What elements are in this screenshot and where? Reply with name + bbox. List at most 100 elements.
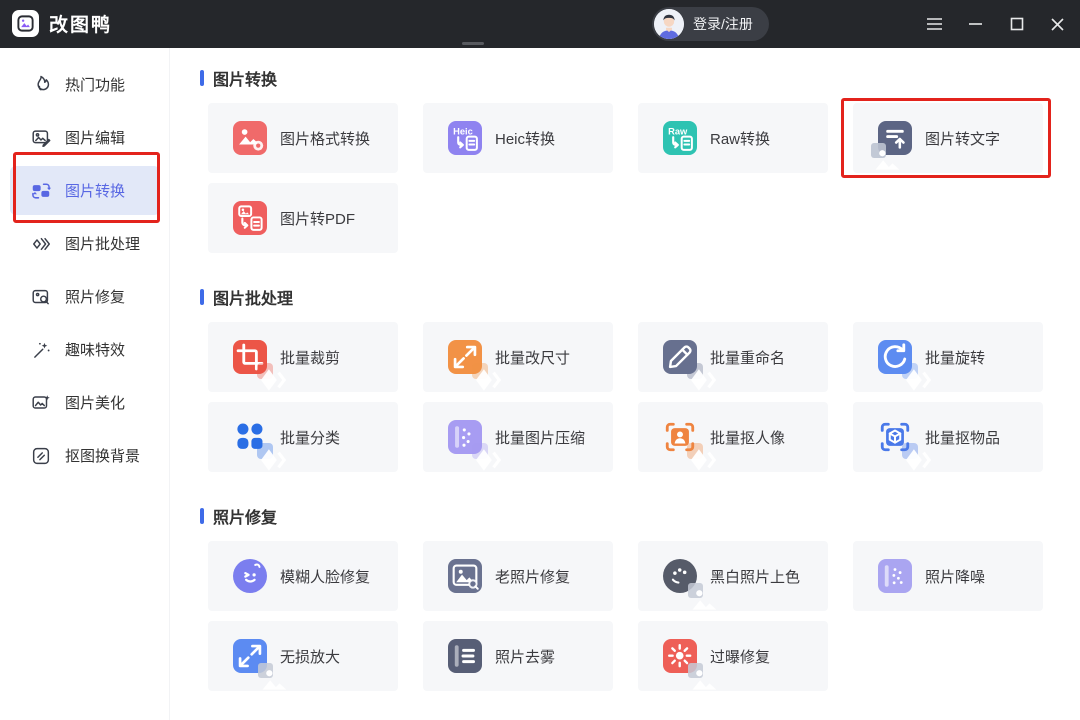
main-content: 图片转换 图片格式转换 Heic Heic转换 Raw Raw转换 图片转文字 … [170,48,1080,720]
cutout-object-icon [878,420,912,454]
feature-card-img2pdf[interactable]: 图片转PDF [208,183,398,253]
menu-icon[interactable] [926,16,943,33]
card-label: 批量抠物品 [925,427,1000,448]
sidebar-item-image-edit[interactable]: 图片编辑 [0,111,169,164]
batch-icon [30,233,52,255]
colorize-icon [663,559,697,593]
old-photo-icon [448,559,482,593]
feature-card-img-format[interactable]: 图片格式转换 [208,103,398,173]
overexposure-icon [663,639,697,673]
card-label: 批量重命名 [710,347,785,368]
sidebar-item-label: 抠图换背景 [65,445,140,466]
card-grid: 模糊人脸修复 老照片修复 黑白照片上色 照片降噪 无损放大 照片去雾 过曝修复 [208,541,1080,691]
sidebar-item-matting[interactable]: 抠图换背景 [0,429,169,482]
photo-repair-icon [30,286,52,308]
feature-card-crop[interactable]: 批量裁剪 [208,322,398,392]
denoise-icon [878,559,912,593]
sidebar-item-label: 照片修复 [65,286,125,307]
sidebar-item-flame[interactable]: 热门功能 [0,58,169,111]
app-title: 改图鸭 [49,10,112,37]
sidebar-item-image-beautify[interactable]: 图片美化 [0,376,169,429]
magic-wand-icon [30,339,52,361]
card-grid: 图片格式转换 Heic Heic转换 Raw Raw转换 图片转文字 图片转PD… [208,103,1080,253]
sidebar-item-magic-wand[interactable]: 趣味特效 [0,323,169,376]
batch-badge-icon [687,363,703,379]
section-title-text: 照片修复 [213,504,277,528]
feature-card-defog[interactable]: 照片去雾 [423,621,613,691]
sidebar: 热门功能 图片编辑 图片转换 图片批处理 照片修复 趣味特效 图片美化 抠图换背… [0,48,170,720]
section-accent-bar [200,70,204,86]
batch-badge-icon [257,363,273,379]
titlebar: 改图鸭 登录/注册 [0,0,1080,48]
img2text-icon [878,121,912,155]
card-label: 批量抠人像 [710,427,785,448]
image-badge-icon [688,583,703,598]
feature-card-compress[interactable]: 批量图片压缩 [423,402,613,472]
crop-icon [233,340,267,374]
feature-card-face-restore[interactable]: 模糊人脸修复 [208,541,398,611]
feature-card-enlarge[interactable]: 无损放大 [208,621,398,691]
sidebar-item-label: 图片批处理 [65,233,140,254]
image-badge-icon [688,663,703,678]
card-label: Raw转换 [710,128,770,149]
batch-badge-icon [902,443,918,459]
card-label: Heic转换 [495,128,555,149]
window-controls [926,0,1066,48]
feature-card-rotate[interactable]: 批量旋转 [853,322,1043,392]
enlarge-icon [233,639,267,673]
cutout-person-icon [663,420,697,454]
feature-card-resize[interactable]: 批量改尺寸 [423,322,613,392]
card-label: 黑白照片上色 [710,566,800,587]
classify-icon [233,420,267,454]
face-restore-icon [233,559,267,593]
rotate-icon [878,340,912,374]
sidebar-item-label: 趣味特效 [65,339,125,360]
feature-card-colorize[interactable]: 黑白照片上色 [638,541,828,611]
batch-badge-icon [902,363,918,379]
section-title: 图片批处理 [200,287,1080,307]
card-label: 照片去雾 [495,646,555,667]
maximize-icon[interactable] [1008,16,1025,33]
sidebar-item-label: 图片转换 [65,180,125,201]
image-edit-icon [30,127,52,149]
image-badge-icon [871,143,886,158]
section-accent-bar [200,508,204,524]
feature-card-overexposure[interactable]: 过曝修复 [638,621,828,691]
sidebar-item-convert[interactable]: 图片转换 [0,164,169,217]
section-accent-bar [200,289,204,305]
feature-card-denoise[interactable]: 照片降噪 [853,541,1043,611]
compress-icon [448,420,482,454]
feature-card-classify[interactable]: 批量分类 [208,402,398,472]
minimize-icon[interactable] [967,16,984,33]
feature-card-img2text[interactable]: 图片转文字 [853,103,1043,173]
rename-icon [663,340,697,374]
batch-badge-icon [687,443,703,459]
image-badge-icon [258,663,273,678]
sidebar-item-label: 图片编辑 [65,127,125,148]
close-icon[interactable] [1049,16,1066,33]
img-format-icon [233,121,267,155]
app-logo: 改图鸭 [12,10,112,37]
sidebar-item-photo-repair[interactable]: 照片修复 [0,270,169,323]
svg-text:Heic: Heic [453,127,473,137]
feature-card-cutout-object[interactable]: 批量抠物品 [853,402,1043,472]
sidebar-item-batch[interactable]: 图片批处理 [0,217,169,270]
card-label: 批量图片压缩 [495,427,585,448]
section-title: 照片修复 [200,506,1080,526]
feature-card-rename[interactable]: 批量重命名 [638,322,828,392]
feature-card-old-photo[interactable]: 老照片修复 [423,541,613,611]
flame-icon [30,74,52,96]
feature-card-doc-convert-heic[interactable]: Heic Heic转换 [423,103,613,173]
batch-badge-icon [257,443,273,459]
resize-icon [448,340,482,374]
login-button[interactable]: 登录/注册 [652,7,769,41]
svg-text:Raw: Raw [668,127,688,137]
card-label: 照片降噪 [925,566,985,587]
card-label: 批量改尺寸 [495,347,570,368]
feature-card-doc-convert-raw[interactable]: Raw Raw转换 [638,103,828,173]
sidebar-item-label: 热门功能 [65,74,125,95]
login-label: 登录/注册 [693,14,753,34]
doc-convert-icon: Heic [448,121,482,155]
section-title: 图片转换 [200,68,1080,88]
feature-card-cutout-person[interactable]: 批量抠人像 [638,402,828,472]
